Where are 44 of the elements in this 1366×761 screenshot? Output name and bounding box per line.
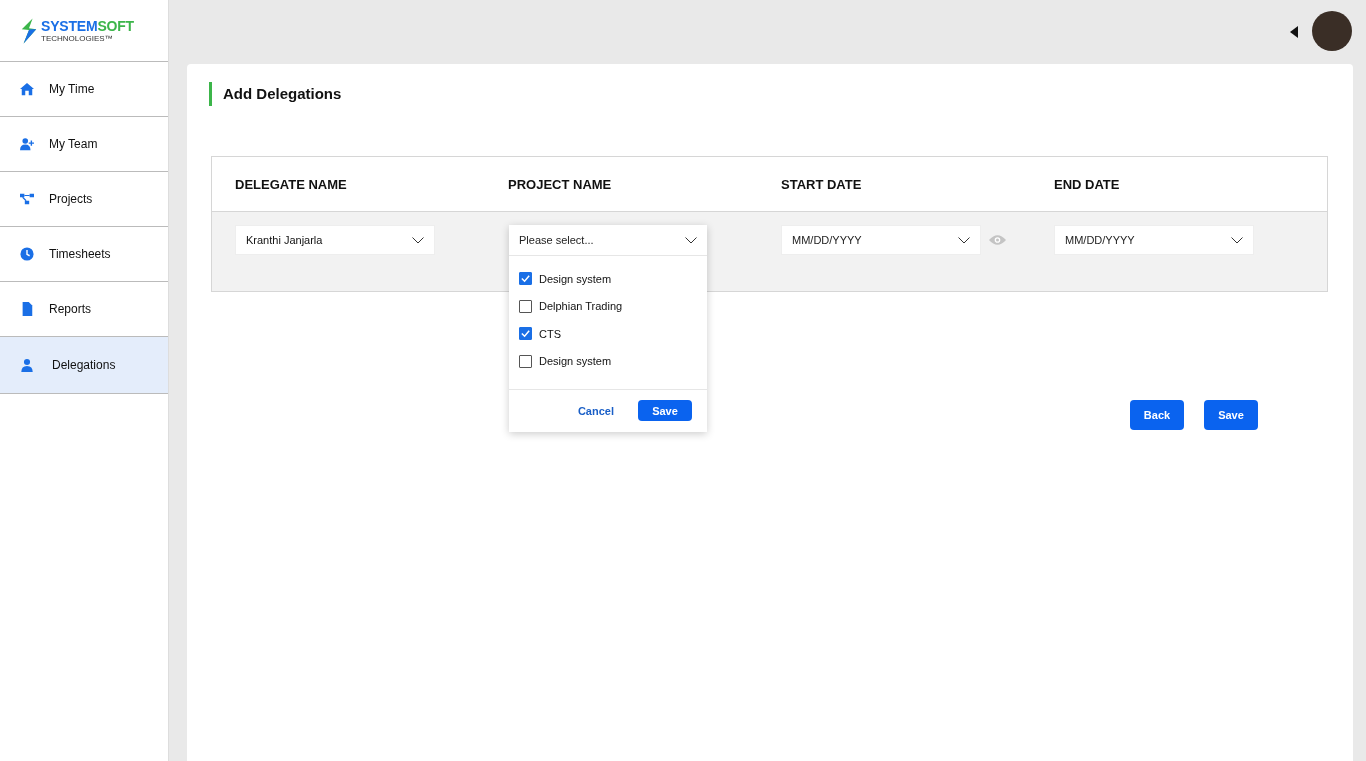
- home-icon: [20, 82, 34, 96]
- logo-tagline: TECHNOLOGIES™: [41, 34, 114, 43]
- back-button[interactable]: Back: [1130, 400, 1184, 430]
- delegate-select[interactable]: Kranthi Janjarla: [235, 225, 435, 255]
- document-icon: [20, 302, 34, 316]
- project-select[interactable]: Please select...: [509, 225, 707, 256]
- column-header: PROJECT NAME: [508, 176, 612, 192]
- clock-icon: [20, 247, 34, 261]
- option-label: CTS: [539, 327, 561, 340]
- project-input[interactable]: Please select...: [519, 234, 685, 246]
- checkbox[interactable]: [519, 327, 532, 341]
- page-title: Add Delegations: [209, 82, 1328, 106]
- column-header: START DATE: [781, 176, 862, 192]
- cancel-button[interactable]: Cancel: [571, 403, 620, 418]
- sidebar-item[interactable]: My Time: [0, 62, 168, 117]
- chevron-down-icon: [685, 236, 697, 244]
- checkbox[interactable]: [519, 272, 532, 286]
- logo-wordmark: SYSTEMSOFT: [41, 18, 134, 34]
- sidebar-item[interactable]: Projects: [0, 172, 168, 227]
- avatar[interactable]: [1312, 11, 1352, 51]
- logo-bolt-icon: [20, 17, 38, 44]
- end-date-input[interactable]: MM/DD/YYYY: [1065, 234, 1231, 246]
- chevron-down-icon: [412, 236, 424, 244]
- chevron-down-icon: [958, 236, 970, 244]
- sidebar-item[interactable]: Delegations: [0, 337, 168, 394]
- end-date-field[interactable]: MM/DD/YYYY: [1054, 225, 1254, 255]
- start-date-field[interactable]: MM/DD/YYYY: [781, 225, 981, 255]
- chevron-down-icon: [1231, 236, 1243, 244]
- sidebar-item[interactable]: Timesheets: [0, 227, 168, 282]
- column-header: END DATE: [1054, 176, 1120, 192]
- person-icon: [20, 358, 34, 372]
- option-label: Design system: [539, 355, 612, 368]
- option-label: Design system: [539, 272, 612, 285]
- add-user-icon: [20, 137, 34, 151]
- hierarchy-icon: [20, 192, 34, 206]
- sidebar-item[interactable]: My Team: [0, 117, 168, 172]
- option-label: Delphian Trading: [539, 300, 623, 313]
- save-button[interactable]: Save: [638, 400, 692, 421]
- checkbox[interactable]: [519, 299, 532, 313]
- column-header: DELEGATE NAME: [235, 176, 347, 192]
- checkbox[interactable]: [519, 354, 532, 368]
- save-button[interactable]: Save: [1204, 400, 1258, 430]
- start-date-input[interactable]: MM/DD/YYYY: [792, 234, 958, 246]
- collapse-caret-icon[interactable]: [1290, 26, 1298, 38]
